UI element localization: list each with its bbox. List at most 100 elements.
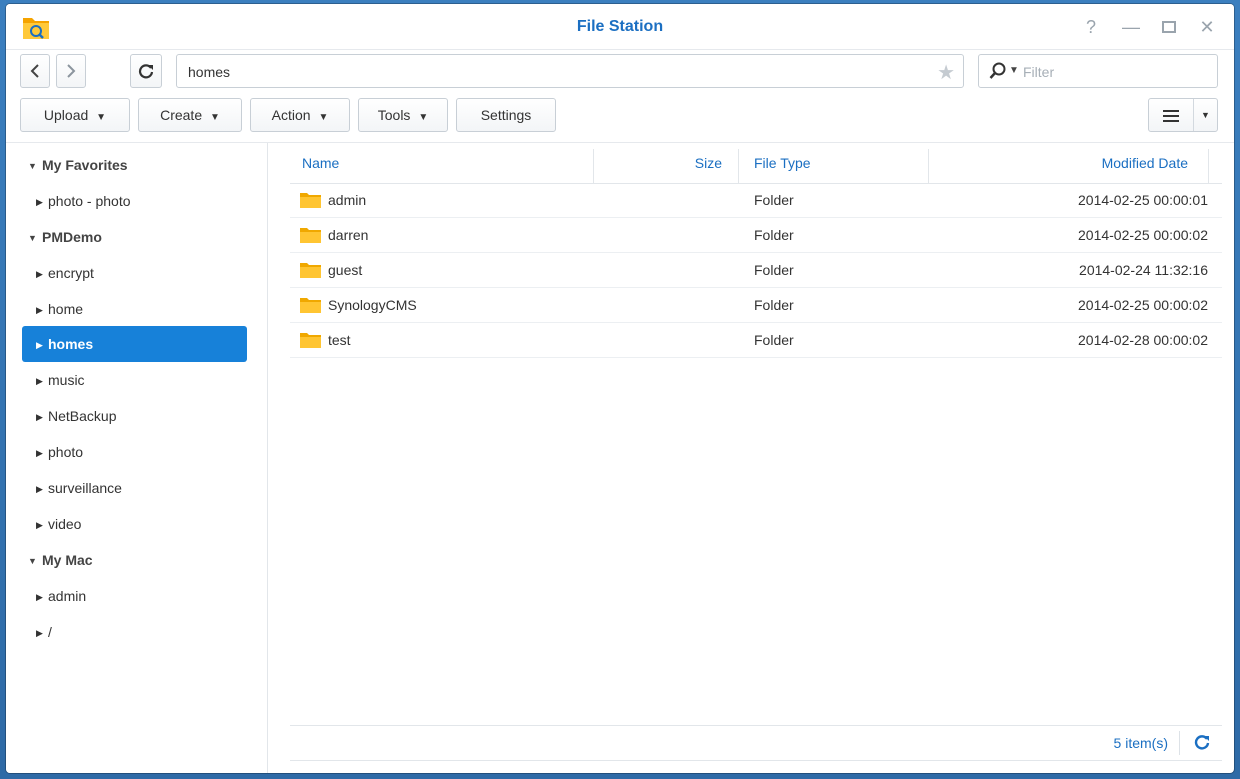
- file-modified-date: 2014-02-25 00:00:02: [1078, 297, 1208, 313]
- file-size: [594, 183, 722, 217]
- caret-right-icon: ▶: [36, 520, 43, 530]
- column-header-size[interactable]: Size: [594, 143, 722, 183]
- caret-right-icon: ▶: [36, 269, 43, 279]
- sidebar-group-my-mac[interactable]: ▼ My Mac: [22, 542, 247, 578]
- status-separator: [1179, 731, 1180, 755]
- file-type: Folder: [754, 332, 794, 348]
- caret-right-icon: ▶: [36, 448, 43, 458]
- file-size: [594, 323, 722, 357]
- file-modified-date: 2014-02-24 11:32:16: [1079, 262, 1208, 278]
- chevron-down-icon: ▼: [418, 112, 429, 123]
- chevron-down-icon[interactable]: ▼: [1009, 65, 1019, 76]
- caret-right-icon: ▶: [36, 197, 43, 207]
- filter-field[interactable]: ▼ Filter: [978, 54, 1218, 88]
- sidebar-group-my-favorites[interactable]: ▼ My Favorites: [22, 147, 247, 183]
- caret-right-icon: ▶: [36, 340, 43, 350]
- file-name: guest: [328, 262, 363, 278]
- path-text: homes: [188, 64, 231, 80]
- file-station-window: File Station ? — ✕ homes ★ ▼ Filter Uplo…: [6, 4, 1234, 773]
- title-bar: File Station ? — ✕: [6, 4, 1234, 50]
- status-divider: [290, 725, 1222, 726]
- file-type: Folder: [754, 297, 794, 313]
- caret-right-icon: ▶: [36, 484, 43, 494]
- table-row[interactable]: test Folder 2014-02-28 00:00:02: [290, 323, 1222, 358]
- back-button[interactable]: [20, 54, 50, 88]
- chevron-down-icon[interactable]: ▼: [1201, 99, 1210, 131]
- list-view-icon: [1163, 110, 1179, 122]
- file-name: darren: [328, 227, 369, 243]
- upload-label: Upload: [43, 107, 89, 123]
- caret-down-icon: ▼: [28, 556, 37, 566]
- caret-right-icon: ▶: [36, 376, 43, 386]
- sidebar-item-photo[interactable]: ▶ photo: [22, 434, 247, 470]
- item-count: 5 item(s): [1113, 735, 1168, 751]
- forward-button[interactable]: [56, 54, 86, 88]
- sidebar-item-netbackup[interactable]: ▶ NetBackup: [22, 398, 247, 434]
- table-row[interactable]: guest Folder 2014-02-24 11:32:16: [290, 253, 1222, 288]
- star-icon[interactable]: ★: [937, 60, 955, 85]
- column-header-file-type[interactable]: File Type: [754, 143, 811, 183]
- refresh-button[interactable]: [130, 54, 162, 88]
- column-divider[interactable]: [928, 149, 929, 183]
- settings-label: Settings: [480, 107, 532, 123]
- file-list: Name Size File Type Modified Date admin …: [290, 143, 1222, 773]
- chevron-down-icon: ▼: [96, 112, 107, 123]
- sidebar-item-photo-photo[interactable]: ▶ photo - photo: [22, 183, 247, 219]
- filter-placeholder: Filter: [1023, 64, 1055, 80]
- caret-right-icon: ▶: [36, 412, 43, 422]
- file-name: test: [328, 332, 351, 348]
- caret-right-icon: ▶: [36, 592, 43, 602]
- caret-down-icon: ▼: [28, 161, 37, 171]
- table-row[interactable]: darren Folder 2014-02-25 00:00:02: [290, 218, 1222, 253]
- chevron-left-icon: [30, 64, 39, 78]
- minimize-icon[interactable]: —: [1120, 16, 1142, 38]
- create-button[interactable]: Create ▼: [138, 98, 242, 132]
- folder-icon: [300, 298, 321, 313]
- column-divider[interactable]: [1208, 149, 1209, 183]
- table-row[interactable]: admin Folder 2014-02-25 00:00:01: [290, 183, 1222, 218]
- folder-icon: [300, 193, 321, 208]
- tools-button[interactable]: Tools ▼: [358, 98, 448, 132]
- bottom-border: [290, 760, 1222, 761]
- file-size: [594, 253, 722, 287]
- sidebar: ▼ My Favorites ▶ photo - photo ▼ PMDemo ▶ en…: [6, 143, 268, 773]
- create-label: Create: [160, 107, 203, 123]
- sidebar-item-music[interactable]: ▶ music: [22, 362, 247, 398]
- upload-button[interactable]: Upload ▼: [20, 98, 130, 132]
- folder-icon: [300, 263, 321, 278]
- path-field[interactable]: homes ★: [176, 54, 964, 88]
- settings-button[interactable]: Settings: [456, 98, 556, 132]
- file-type: Folder: [754, 227, 794, 243]
- sidebar-item-video[interactable]: ▶ video: [22, 506, 247, 542]
- refresh-icon: [138, 64, 154, 79]
- view-mode-button[interactable]: ▼: [1148, 98, 1218, 132]
- sidebar-item-homes[interactable]: ▶ homes: [22, 326, 247, 362]
- folder-icon: [300, 228, 321, 243]
- sidebar-item-root[interactable]: ▶ /: [22, 614, 247, 650]
- sidebar-item-home[interactable]: ▶ home: [22, 291, 247, 327]
- action-label: Action: [271, 107, 311, 123]
- caret-right-icon: ▶: [36, 628, 43, 638]
- file-name: SynologyCMS: [328, 297, 417, 313]
- chevron-down-icon: ▼: [318, 112, 329, 123]
- sidebar-item-admin[interactable]: ▶ admin: [22, 578, 247, 614]
- sidebar-group-pmdemo[interactable]: ▼ PMDemo: [22, 219, 247, 255]
- action-button[interactable]: Action ▼: [250, 98, 350, 132]
- column-divider[interactable]: [738, 149, 739, 183]
- table-row[interactable]: SynologyCMS Folder 2014-02-25 00:00:02: [290, 288, 1222, 323]
- file-type: Folder: [754, 192, 794, 208]
- folder-icon: [300, 333, 321, 348]
- column-header-name[interactable]: Name: [302, 143, 339, 183]
- refresh-list-button[interactable]: [1194, 734, 1210, 755]
- file-modified-date: 2014-02-28 00:00:02: [1078, 332, 1208, 348]
- help-icon[interactable]: ?: [1080, 16, 1102, 38]
- chevron-right-icon: [67, 64, 76, 78]
- sidebar-item-encrypt[interactable]: ▶ encrypt: [22, 255, 247, 291]
- close-icon[interactable]: ✕: [1196, 16, 1218, 38]
- maximize-icon[interactable]: [1158, 16, 1180, 38]
- file-name: admin: [328, 192, 367, 208]
- column-header-modified-date[interactable]: Modified Date: [930, 143, 1188, 183]
- file-modified-date: 2014-02-25 00:00:01: [1078, 192, 1208, 208]
- chevron-down-icon: ▼: [210, 112, 220, 123]
- sidebar-item-surveillance[interactable]: ▶ surveillance: [22, 470, 247, 506]
